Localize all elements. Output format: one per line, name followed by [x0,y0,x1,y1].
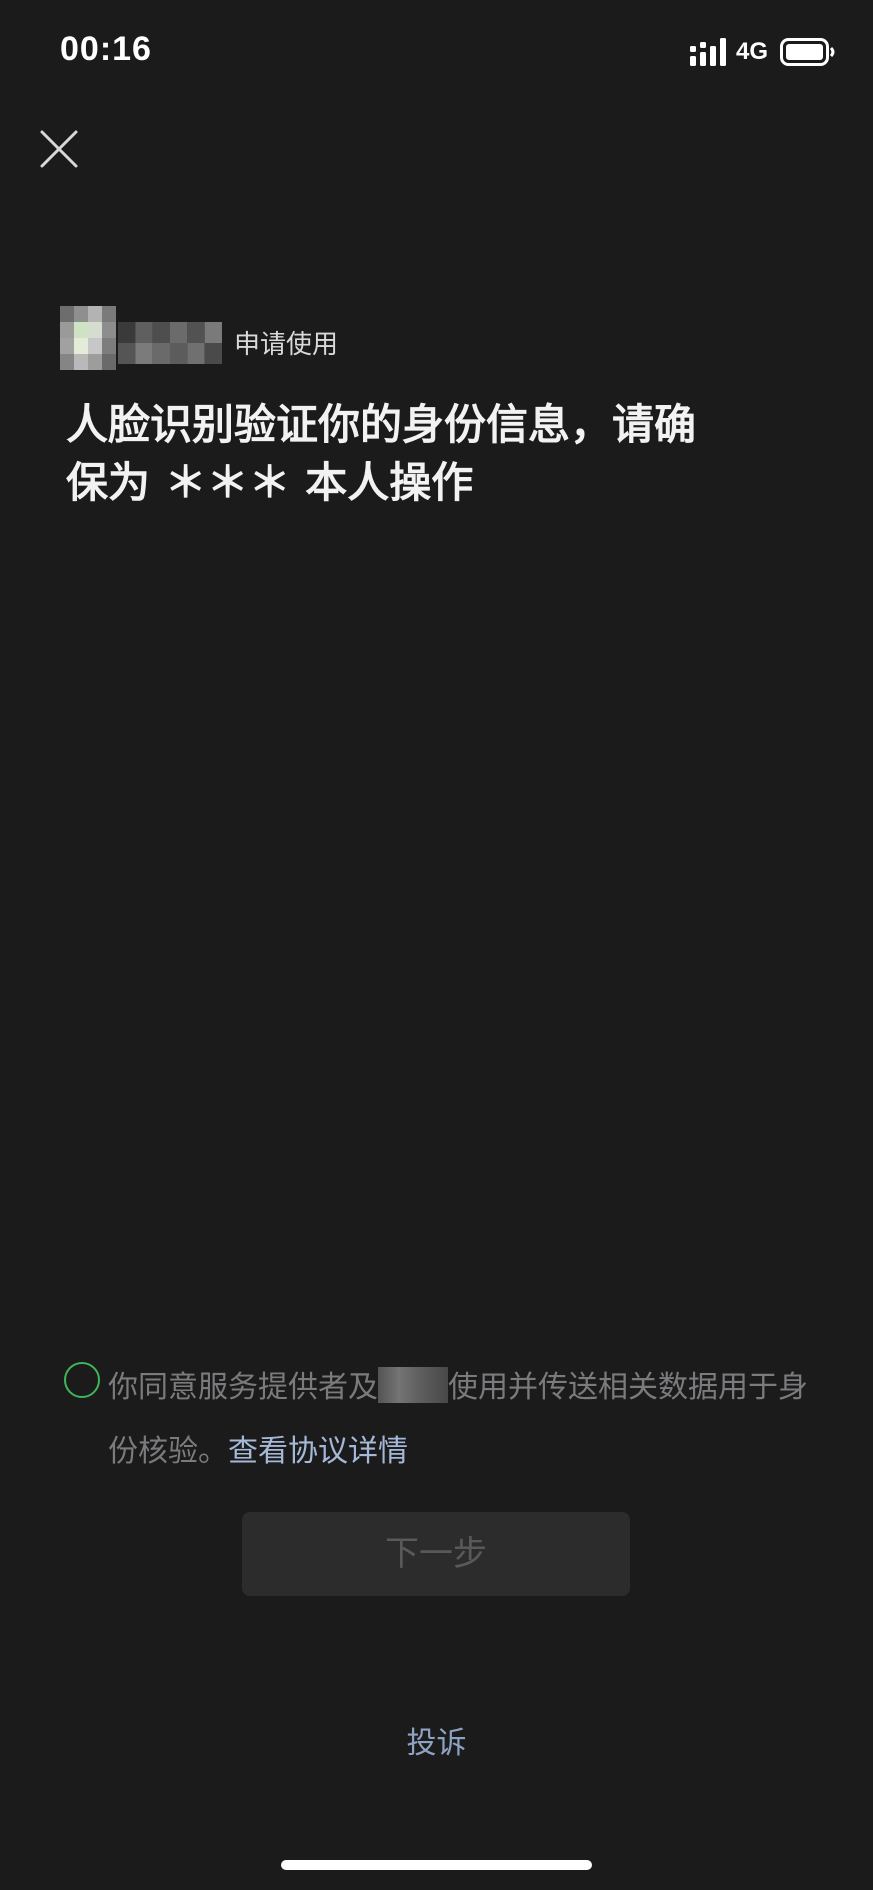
next-step-button[interactable]: 下一步 [242,1512,630,1596]
apply-label: 申请使用 [234,330,339,360]
agreement-checkbox[interactable] [64,1362,100,1398]
app-name-blurred [118,322,222,364]
agreement-details-link[interactable]: 查看协议详情 [228,1434,408,1469]
close-icon[interactable] [38,128,80,170]
network-type: 4G [736,38,769,65]
signal-icon [690,38,726,66]
headline-line-1: 人脸识别验证你的身份信息，请确 [66,400,697,449]
home-indicator[interactable] [281,1860,592,1870]
battery-icon [780,38,835,66]
page-title: 人脸识别验证你的身份信息，请确 保为 ＊＊＊ 本人操作 [66,396,796,512]
status-time: 00:16 [60,30,152,68]
agreement-text-before: 你同意服务提供者及 [108,1370,378,1405]
agreement-text: 你同意服务提供者及 使用并传送相关数据用于身份核验。查看协议详情 [108,1356,808,1484]
app-logo [60,306,116,370]
redacted-name-block [378,1367,448,1403]
complain-link[interactable]: 投诉 [0,1718,873,1762]
headline-line-2: 保为 ＊＊＊ 本人操作 [66,458,474,507]
